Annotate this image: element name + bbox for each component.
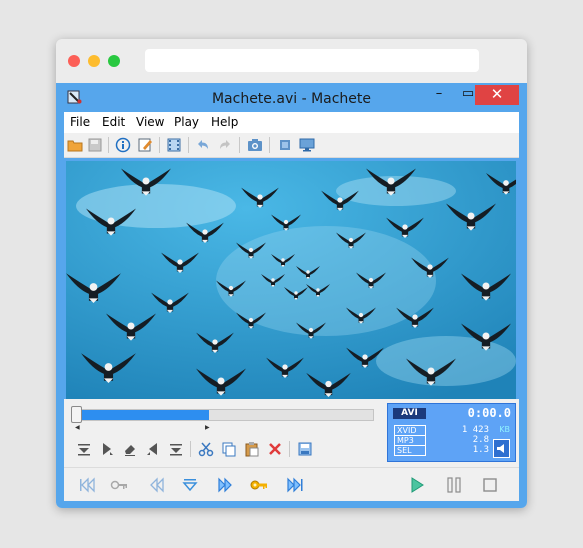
editing-panel: ◀ ▶ AVI 0:00.0 XVID MP3 SEL 1 423 2.8 1.… [64, 399, 519, 467]
minimize-button[interactable]: – [425, 85, 453, 105]
menu-bar: File Edit View Play Help [64, 112, 519, 133]
size-unit-label: KB [499, 425, 510, 434]
close-traffic-light[interactable] [68, 55, 80, 67]
browser-window: Machete.avi - Machete – ▭ ✕ File Edit Vi… [56, 39, 527, 508]
menu-edit[interactable]: Edit [102, 115, 125, 129]
container-badge: AVI [393, 408, 426, 419]
video-preview[interactable] [66, 161, 516, 399]
close-button[interactable]: ✕ [475, 85, 519, 105]
undo-icon[interactable] [195, 137, 211, 153]
fast-forward-icon[interactable] [216, 476, 234, 494]
volume-button[interactable] [493, 439, 510, 458]
snapshot-camera-icon[interactable] [247, 137, 263, 153]
time-display: 0:00.0 [467, 406, 511, 420]
title-bar: Machete.avi - Machete – ▭ ✕ [56, 83, 527, 111]
video-frame-image [66, 161, 516, 399]
stop-icon[interactable] [481, 476, 499, 494]
cut-icon[interactable] [198, 441, 214, 457]
film-strip-icon[interactable] [166, 137, 182, 153]
selection-label: SEL [394, 445, 426, 456]
main-toolbar [64, 133, 519, 158]
save-icon[interactable] [87, 137, 103, 153]
info-icon[interactable] [115, 137, 131, 153]
selection-range [75, 410, 210, 420]
edit-icon[interactable] [137, 137, 153, 153]
selection-size-value: 1.3 [472, 445, 489, 455]
menu-view[interactable]: View [136, 115, 164, 129]
timeline-slider[interactable] [74, 409, 374, 421]
keyframe-icon[interactable] [250, 476, 268, 494]
monitor-icon[interactable] [299, 137, 315, 153]
erase-icon[interactable] [122, 441, 138, 457]
paste-icon[interactable] [244, 441, 260, 457]
pause-icon[interactable] [445, 476, 463, 494]
selection-start-marker: ◀ [75, 424, 80, 431]
delete-icon[interactable] [267, 441, 283, 457]
selection-end-marker: ▶ [205, 424, 210, 431]
redo-icon[interactable] [217, 137, 233, 153]
address-bar[interactable] [145, 49, 479, 72]
file-info-panel: AVI 0:00.0 XVID MP3 SEL 1 423 2.8 1.3 KB [387, 403, 516, 462]
nudge-left-icon[interactable] [145, 441, 161, 457]
video-size-value: 1 423 [461, 425, 489, 435]
minimize-traffic-light[interactable] [88, 55, 100, 67]
set-start-icon[interactable] [76, 441, 92, 457]
rewind-icon[interactable] [148, 476, 166, 494]
speaker-icon [497, 444, 504, 453]
key-prev-icon[interactable] [110, 476, 128, 494]
cursor-icon[interactable] [99, 441, 115, 457]
copy-icon[interactable] [221, 441, 237, 457]
set-end-icon[interactable] [168, 441, 184, 457]
app-window: Machete.avi - Machete – ▭ ✕ File Edit Vi… [56, 83, 527, 508]
skip-to-end-icon[interactable] [286, 476, 304, 494]
save-selection-icon[interactable] [297, 441, 313, 457]
timeline-thumb[interactable] [71, 406, 82, 423]
audio-size-value: 2.8 [472, 435, 489, 445]
play-icon[interactable] [408, 476, 426, 494]
mark-icon[interactable] [181, 476, 199, 494]
zoom-traffic-light[interactable] [108, 55, 120, 67]
fullscreen-icon[interactable] [277, 137, 293, 153]
menu-play[interactable]: Play [174, 115, 199, 129]
skip-to-start-icon[interactable] [78, 476, 96, 494]
menu-help[interactable]: Help [211, 115, 238, 129]
menu-file[interactable]: File [70, 115, 90, 129]
open-folder-icon[interactable] [67, 137, 83, 153]
transport-bar [64, 467, 519, 501]
